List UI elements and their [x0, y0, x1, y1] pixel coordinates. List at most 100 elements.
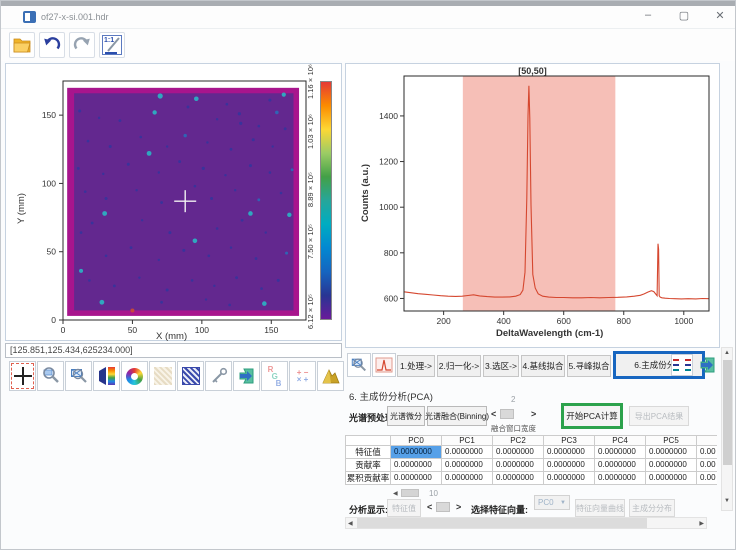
column-header-PC5[interactable]: PC5 — [646, 435, 697, 446]
heatmap-plot[interactable]: 050100150050100150 — [63, 81, 306, 320]
map-toolbar: RGB + −× + — [9, 361, 345, 391]
tab-baseline-fit[interactable]: 4.基线拟合 — [521, 355, 565, 377]
table-cell[interactable]: 0.0000000 — [646, 472, 697, 485]
math-ops-tool-button[interactable]: + −× + — [289, 361, 316, 391]
scroll-up-icon[interactable]: ▲ — [724, 350, 730, 356]
spectrum-title: [50,50] — [346, 66, 719, 76]
red-peak-icon — [375, 357, 393, 373]
panel-h-scrollbar[interactable]: ◀ ▶ — [345, 517, 707, 529]
pattern-light-tool-button[interactable] — [149, 361, 176, 391]
binning-decrement[interactable]: < — [491, 409, 496, 419]
table-h-scrollbar[interactable]: ◀ — [393, 489, 419, 497]
table-cell[interactable]: 0.0000000 — [544, 459, 595, 472]
app-icon — [23, 11, 36, 23]
eigen-count-spinbox[interactable] — [436, 502, 450, 512]
close-button[interactable]: ✕ — [713, 9, 727, 22]
color-wheel-tool-button[interactable] — [121, 361, 148, 391]
derivative-button[interactable]: 光谱微分 — [387, 406, 425, 426]
undo-button[interactable] — [39, 32, 65, 58]
table-cell[interactable]: 0.0000000 — [442, 472, 493, 485]
svg-text:600: 600 — [557, 316, 571, 326]
colormap-tool-button[interactable] — [93, 361, 120, 391]
eigen-count-value: 10 — [429, 489, 438, 498]
distribution-button[interactable]: 主成分分布 — [629, 499, 675, 517]
redo-icon — [72, 35, 92, 55]
key-tool-button[interactable] — [205, 361, 232, 391]
column-header-PC4[interactable]: PC4 — [595, 435, 646, 446]
tab-region-select[interactable]: 3.选区-> — [483, 355, 519, 377]
one-to-one-zoom-button[interactable]: 1:1 — [99, 32, 125, 58]
maximize-button[interactable]: ▢ — [677, 9, 691, 22]
crosshair-tool-button[interactable] — [9, 361, 36, 391]
eigen-count-increment[interactable]: > — [456, 502, 461, 512]
table-cell[interactable]: 0.0000000 — [493, 472, 544, 485]
chevron-down-icon: ▼ — [560, 500, 566, 506]
svg-text:1000: 1000 — [379, 202, 398, 212]
column-header-PC2[interactable]: PC2 — [493, 435, 544, 446]
table-cell[interactable]: 0.0000000 — [442, 459, 493, 472]
scroll-left-icon[interactable]: ◀ — [393, 490, 398, 497]
zoom-reset-tool-button[interactable] — [65, 361, 92, 391]
peak-view-button[interactable] — [372, 353, 396, 377]
peak-tool-button[interactable] — [317, 361, 344, 391]
table-cell[interactable]: 0.0000000 — [544, 472, 595, 485]
column-header-PC0[interactable]: PC0 — [391, 435, 442, 446]
math-ops-icon: + −× + — [297, 369, 309, 383]
scroll-thumb[interactable] — [357, 518, 647, 528]
analysis-label: 分析显示: — [349, 503, 388, 516]
panel-v-scrollbar[interactable]: ▲ ▼ — [721, 347, 733, 511]
scroll-thumb[interactable] — [401, 489, 419, 497]
redo-button[interactable] — [69, 32, 95, 58]
binning-spinbox[interactable] — [500, 409, 514, 419]
table-cell[interactable]: 0.0000000 — [646, 446, 697, 459]
table-cell[interactable]: 0.0000000 — [493, 446, 544, 459]
binning-increment[interactable]: > — [531, 409, 536, 419]
scroll-down-icon[interactable]: ▼ — [724, 498, 730, 504]
table-cell[interactable]: 0.0000000 — [391, 459, 442, 472]
zoom-reset-spectrum-button[interactable] — [347, 353, 371, 377]
tab-normalize[interactable]: 2.归一化-> — [437, 355, 481, 377]
tab-peak-fit[interactable]: 5.寻峰拟合 — [567, 355, 611, 377]
gold-peak-icon — [321, 367, 341, 385]
minimize-button[interactable]: – — [641, 9, 655, 22]
vector-dropdown[interactable]: PC0 ▼ — [534, 495, 570, 510]
scroll-thumb[interactable] — [723, 360, 732, 465]
zoom-in-tool-button[interactable] — [37, 361, 64, 391]
vector-curve-button[interactable]: 特征向量曲线 — [575, 499, 625, 517]
import-tool-button[interactable] — [233, 361, 260, 391]
import-arrow-icon — [698, 355, 718, 375]
eigen-count-decrement[interactable]: < — [427, 502, 432, 512]
svg-text:400: 400 — [497, 316, 511, 326]
column-header-PC3[interactable]: PC3 — [544, 435, 595, 446]
export-arrow-button[interactable] — [697, 354, 719, 376]
undo-icon — [42, 35, 62, 55]
table-cell[interactable]: 0.0000000 — [595, 459, 646, 472]
table-cell[interactable]: 0.0000000 — [442, 446, 493, 459]
table-cell[interactable]: 0.0000000 — [391, 446, 442, 459]
svg-text:1400: 1400 — [379, 111, 398, 121]
binning-button[interactable]: 光谱融合(Binning) — [427, 406, 487, 426]
spectrum-ylabel: Counts (a.u.) — [360, 164, 371, 222]
svg-text:150: 150 — [264, 325, 278, 335]
eigenvalue-button[interactable]: 特征值 — [387, 499, 421, 517]
export-pca-button[interactable]: 导出PCA结果 — [629, 406, 689, 426]
open-file-button[interactable] — [9, 32, 35, 58]
table-cell-overflow: 0.00 — [697, 446, 717, 459]
svg-text:50: 50 — [47, 247, 57, 257]
scroll-left-icon[interactable]: ◀ — [348, 520, 353, 527]
table-cell[interactable]: 0.0000000 — [391, 472, 442, 485]
tab-process[interactable]: 1.处理-> — [397, 355, 435, 377]
dashed-lines-button[interactable] — [671, 354, 693, 376]
column-header-PC1[interactable]: PC1 — [442, 435, 493, 446]
scroll-right-icon[interactable]: ▶ — [699, 520, 704, 527]
table-cell[interactable]: 0.0000000 — [493, 459, 544, 472]
table-cell[interactable]: 0.0000000 — [544, 446, 595, 459]
table-cell[interactable]: 0.0000000 — [595, 446, 646, 459]
table-cell[interactable]: 0.0000000 — [646, 459, 697, 472]
pattern-dense-tool-button[interactable] — [177, 361, 204, 391]
svg-text:1000: 1000 — [674, 316, 693, 326]
spectrum-plot[interactable]: 2004006008001000600800100012001400 — [404, 76, 709, 311]
start-pca-button[interactable]: 开始PCA计算 — [561, 403, 623, 429]
rgb-tool-button[interactable]: RGB — [261, 361, 288, 391]
table-cell[interactable]: 0.0000000 — [595, 472, 646, 485]
